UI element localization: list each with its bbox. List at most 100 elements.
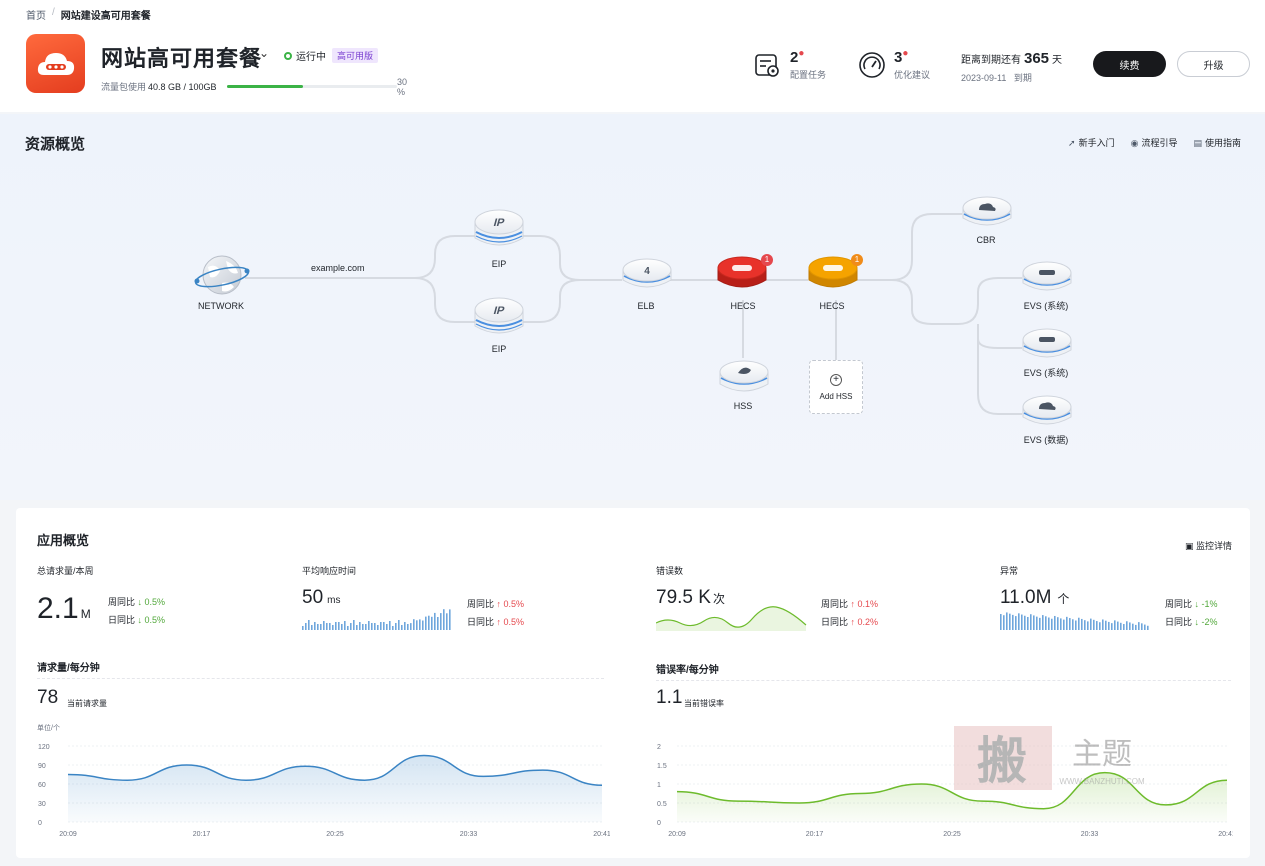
sparkline-bar <box>1129 622 1131 630</box>
app-overview-title: 应用概览 <box>37 533 90 548</box>
sparkline-bar <box>437 617 439 630</box>
current-error-rate-label: 当前错误率 <box>684 699 724 708</box>
elb-icon[interactable]: 4 <box>621 256 673 296</box>
evs-disk-icon[interactable] <box>1021 393 1073 433</box>
status-dot-icon <box>284 51 292 60</box>
metric-title-errors: 错误数 <box>656 566 684 576</box>
alert-badge[interactable]: 1 <box>761 254 773 266</box>
quota-progress-bar <box>226 85 397 88</box>
divider <box>37 678 604 679</box>
arrow-down-icon: ↓ <box>137 597 143 607</box>
gauge-icon <box>859 51 885 78</box>
sparkline-bar <box>386 624 388 630</box>
requests-chart-title: 请求量/每分钟 <box>37 663 100 674</box>
eip-icon[interactable]: IP <box>473 296 525 342</box>
breadcrumb-home[interactable]: 首页 <box>26 7 46 22</box>
arrow-up-icon: ↑ <box>496 599 502 609</box>
sparkline-bar <box>347 626 349 630</box>
expiry-date: 2023-09-11 <box>961 73 1007 83</box>
hss-shield-icon[interactable] <box>718 358 770 400</box>
renew-button[interactable]: 续费 <box>1093 51 1166 77</box>
sparkline-bar <box>1027 616 1029 630</box>
sparkline-bar <box>1018 613 1020 630</box>
config-tasks-stat[interactable]: 2● 配置任务 <box>754 48 826 81</box>
sparkline-bar <box>1126 621 1128 630</box>
response-time-sparkline <box>302 609 451 630</box>
expiry-info: 距离到期还有 365 天 2023-09-11 到期 <box>961 50 1062 84</box>
sparkline-bar <box>407 624 409 630</box>
sparkline-bar <box>380 622 382 630</box>
sparkline-bar <box>371 623 373 630</box>
sparkline-bar <box>332 625 334 630</box>
sparkline-bar <box>383 622 385 630</box>
node-label-hecs-1: HECS <box>730 301 756 311</box>
evs-disk-icon[interactable] <box>1021 326 1073 366</box>
sparkline-bar <box>1093 619 1095 630</box>
cbr-backup-icon[interactable] <box>961 194 1013 234</box>
config-tasks-label: 配置任务 <box>790 70 827 80</box>
sparkline-bar <box>1048 617 1050 630</box>
sparkline-bar <box>1075 620 1077 630</box>
sparkline-bar <box>1012 614 1014 630</box>
y-tick-label: 0.5 <box>657 801 667 808</box>
sparkline-bar <box>317 624 319 630</box>
node-label-evs-3: EVS (数据) <box>1023 435 1069 445</box>
sparkline-bar <box>1024 615 1026 630</box>
add-hss-label: Add HSS <box>819 391 853 401</box>
x-tick-label: 20:41 <box>1218 831 1233 838</box>
x-tick-label: 20:17 <box>193 831 211 838</box>
add-hss-button[interactable]: + Add HSS <box>809 360 863 414</box>
eip-icon[interactable]: IP <box>473 208 525 254</box>
y-tick-label: 120 <box>38 744 50 751</box>
optimization-label: 优化建议 <box>894 70 931 80</box>
resource-overview-panel: 资源概览 ➚ 新手入门 ◉ 流程引导 ▤ 使用指南 NETWORK exampl… <box>0 114 1265 500</box>
task-list-icon <box>755 53 779 77</box>
sparkline-bar <box>1015 616 1017 630</box>
status-indicator: 运行中 <box>284 48 326 63</box>
sparkline-bar <box>1096 621 1098 630</box>
breadcrumb-separator: / <box>52 7 55 18</box>
sparkline-bar <box>443 609 445 630</box>
quota-value: 40.8 GB / 100GB <box>148 81 217 92</box>
sparkline-bar <box>1000 614 1002 630</box>
sparkline-bar <box>1108 621 1110 630</box>
topology-links <box>245 213 1022 415</box>
sparkline-bar <box>1132 623 1134 630</box>
domain-label[interactable]: example.com <box>311 263 365 273</box>
sparkline-bar <box>365 624 367 630</box>
upgrade-button[interactable]: 升级 <box>1177 51 1250 77</box>
arrow-down-icon: ↓ <box>1194 617 1200 627</box>
sparkline-bar <box>404 622 406 630</box>
sparkline-bar <box>434 612 436 630</box>
metric-value-requests: 2.1 M <box>37 592 91 625</box>
sparkline-bar <box>1102 619 1104 630</box>
sparkline-bar <box>377 625 379 630</box>
node-label-evs-2: EVS (系统) <box>1023 368 1069 378</box>
sparkline-bar <box>395 623 397 630</box>
node-label-network: NETWORK <box>198 301 244 311</box>
sparkline-bar <box>335 622 337 630</box>
sparkline-bar <box>413 619 415 630</box>
alert-badge[interactable]: 1 <box>851 254 863 266</box>
expiry-unit: 天 <box>1052 55 1063 66</box>
arrow-up-icon: ↑ <box>850 617 856 627</box>
monitor-details-link[interactable]: ▣ 监控详情 <box>1185 539 1232 552</box>
arrow-down-icon: ↓ <box>137 615 143 625</box>
network-globe-icon <box>194 255 250 295</box>
sparkline-bar <box>1003 615 1005 630</box>
sparkline-bar <box>392 626 394 630</box>
notification-dot: ● <box>902 48 909 59</box>
evs-disk-icon[interactable] <box>1021 259 1073 299</box>
chevron-down-icon[interactable]: ⌄ <box>259 46 269 60</box>
app-overview-panel: 应用概览 ▣ 监控详情 总请求量/本周 2.1 M 周同比 ↓ 0.5% 日同比 … <box>16 508 1250 858</box>
sparkline-bar <box>1045 616 1047 630</box>
cloud-icon <box>37 52 74 75</box>
arrow-up-icon: ↑ <box>850 599 856 609</box>
node-label-hecs-2: HECS <box>819 301 845 311</box>
optimization-stat[interactable]: 3● 优化建议 <box>858 48 930 81</box>
y-tick-label: 90 <box>38 763 46 770</box>
sparkline-bar <box>1033 615 1035 630</box>
sparkline-bar <box>368 621 370 630</box>
sparkline-bar <box>1006 612 1008 630</box>
sparkline-bar <box>1063 619 1065 630</box>
